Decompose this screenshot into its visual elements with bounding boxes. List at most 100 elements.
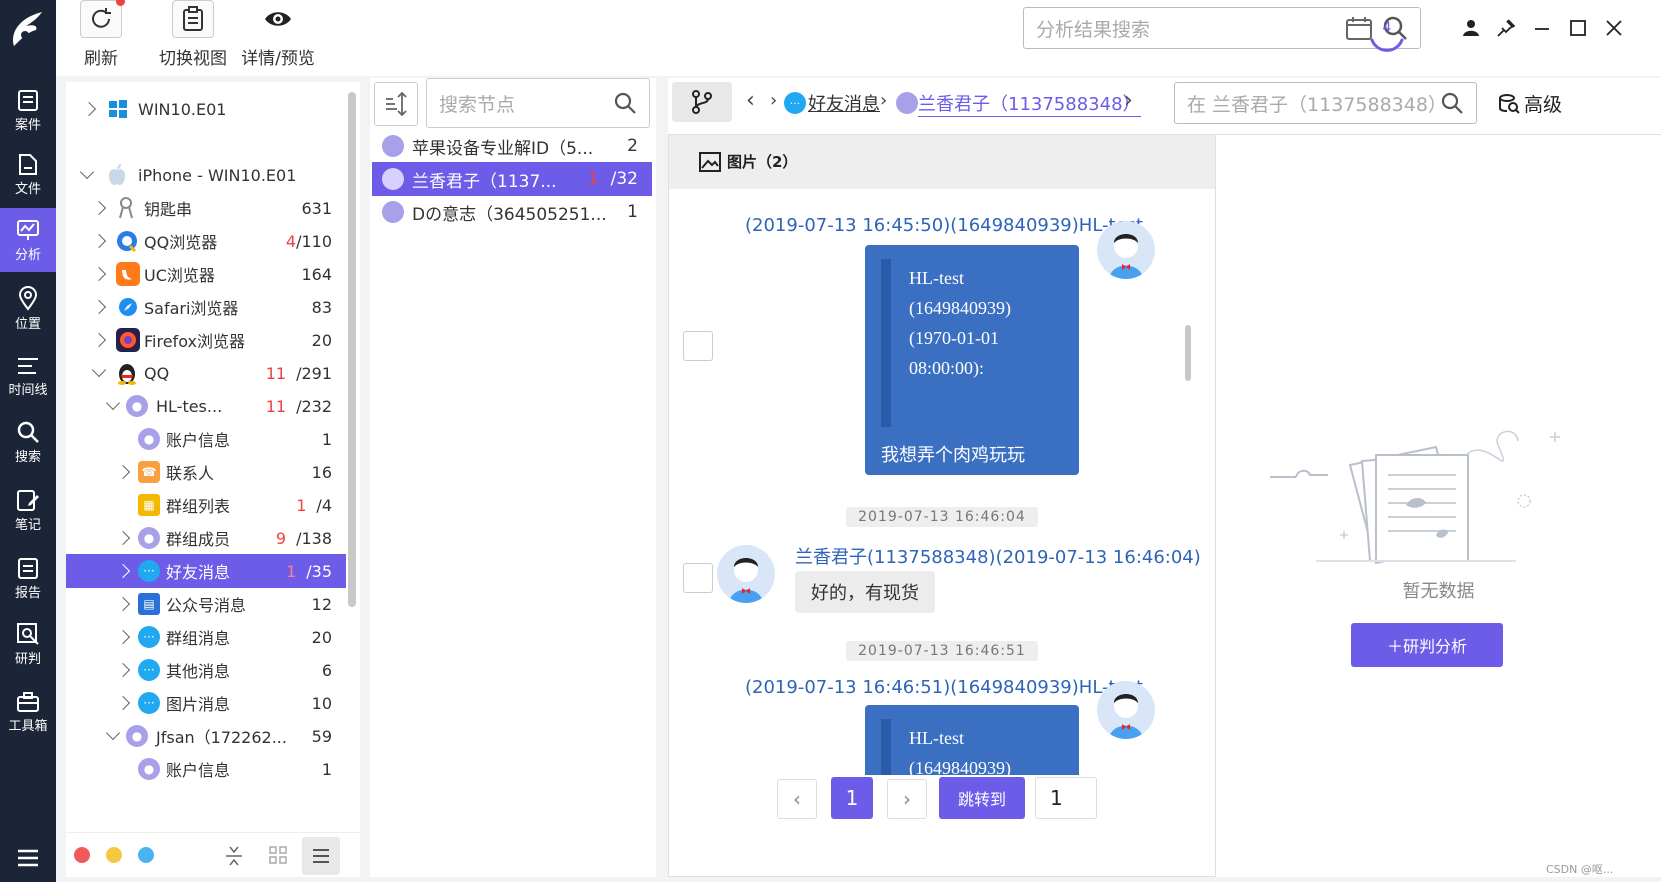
switch-view-button[interactable]: 切换视图 xyxy=(146,0,240,69)
back-arrow-icon[interactable]: ‹ xyxy=(746,88,755,113)
tree-item-firefox[interactable]: Firefox浏览器 20 xyxy=(66,323,346,357)
tree-item-group-messages[interactable]: ··· 群组消息 20 xyxy=(66,620,346,654)
tree-label: 公众号消息 xyxy=(166,596,247,615)
nav-file[interactable]: 文件 xyxy=(0,142,56,206)
chevron-right-icon[interactable] xyxy=(91,266,107,282)
detail-preview-button[interactable]: 详情/预览 xyxy=(228,0,328,69)
close-button[interactable] xyxy=(1600,14,1628,42)
message-checkbox[interactable] xyxy=(683,331,713,361)
chevron-right-icon[interactable] xyxy=(115,530,131,546)
refresh-button[interactable]: 刷新 xyxy=(80,0,125,69)
tree-item-jfsan[interactable]: ● Jfsan（172262... 59 xyxy=(66,719,346,753)
breadcrumb-contact[interactable]: 兰香君子（1137588348） xyxy=(918,90,1141,117)
chevron-right-icon[interactable] xyxy=(115,596,131,612)
tree-item-keychain[interactable]: 钥匙串 631 xyxy=(66,191,346,225)
tab-images[interactable]: 图片（2） xyxy=(699,151,797,172)
nav-analysis[interactable]: 分析 xyxy=(0,208,56,272)
tree-item-account-info[interactable]: ● 账户信息 1 xyxy=(66,422,346,456)
search-icon[interactable] xyxy=(1440,91,1464,115)
maximize-button[interactable] xyxy=(1564,14,1592,42)
nav-note[interactable]: 笔记 xyxy=(0,478,56,542)
chat-bubble-icon: ··· xyxy=(138,692,160,714)
yellow-dot-icon[interactable] xyxy=(106,847,122,863)
blue-dot-icon[interactable] xyxy=(138,847,154,863)
tree-item-hl-test[interactable]: ● HL-tes... 11/232 xyxy=(66,389,346,423)
list-view-button[interactable] xyxy=(302,837,340,875)
chevron-down-icon[interactable] xyxy=(105,395,121,411)
forward-arrow-icon[interactable]: › xyxy=(1124,88,1133,113)
tree-scrollbar[interactable] xyxy=(348,92,356,607)
prev-page-button[interactable]: ‹ xyxy=(777,779,817,819)
tree-item-ucbrowser[interactable]: UC浏览器 164 xyxy=(66,257,346,291)
chevron-right-icon[interactable] xyxy=(115,563,131,579)
user-avatar-icon: ● xyxy=(138,758,160,780)
tree-item-group-members[interactable]: ● 群组成员 9/138 xyxy=(66,521,346,555)
nav-judge[interactable]: 研判 xyxy=(0,612,56,676)
breadcrumb-friend-messages[interactable]: 好友消息 xyxy=(808,90,880,116)
nav-case[interactable]: 案件 xyxy=(0,78,56,142)
nav-location[interactable]: 位置 xyxy=(0,276,56,340)
message-meta: (2019-07-13 16:45:50)(1649840939)HL-test xyxy=(745,215,1144,236)
chat-search-input[interactable]: 在 兰香君子（1137588348）中搜索 xyxy=(1174,82,1477,124)
chevron-down-icon[interactable] xyxy=(91,362,107,378)
tree-count: 16 xyxy=(311,462,332,482)
search-icon[interactable] xyxy=(613,91,637,115)
message-text: 我想弄个肉鸡玩玩 xyxy=(881,445,1025,466)
red-dot-icon[interactable] xyxy=(74,847,90,863)
analyze-button[interactable]: ＋研判分析 xyxy=(1351,623,1503,667)
tree-item-qqbrowser[interactable]: QQ浏览器 4/110 xyxy=(66,224,346,258)
keychain-icon xyxy=(119,197,133,219)
list-item[interactable]: 兰香君子（1137... 1/32 xyxy=(372,162,652,196)
pin-button[interactable] xyxy=(1492,14,1520,42)
nav-timeline[interactable]: 时间线 xyxy=(0,344,56,408)
message-checkbox[interactable] xyxy=(683,563,713,593)
tree-device-iphone[interactable]: iPhone - WIN10.E01 xyxy=(66,158,346,192)
analysis-search-input[interactable]: 分析结果搜索 xyxy=(1023,7,1421,49)
chevron-right-icon[interactable] xyxy=(91,332,107,348)
task-progress-indicator[interactable]: 4 xyxy=(1366,12,1408,52)
tree-item-account-info-2[interactable]: ● 账户信息 1 xyxy=(66,752,346,786)
list-item[interactable]: Dの意志（364505251... 1 xyxy=(372,195,652,229)
next-page-button[interactable]: › xyxy=(887,779,927,819)
tree-item-group-list[interactable]: ▦ 群组列表 1/4 xyxy=(66,488,346,522)
chevron-right-icon[interactable] xyxy=(91,299,107,315)
chevron-down-icon[interactable] xyxy=(79,164,95,180)
user-button[interactable] xyxy=(1457,14,1485,42)
chevron-right-icon[interactable] xyxy=(115,464,131,480)
contact-count: 1 xyxy=(627,202,638,222)
tree-label: 账户信息 xyxy=(166,431,231,450)
message-scrollbar[interactable] xyxy=(1185,325,1191,381)
grid-view-icon[interactable] xyxy=(268,845,288,865)
chevron-right-icon[interactable] xyxy=(81,101,97,117)
chevron-right-icon[interactable] xyxy=(115,662,131,678)
jump-to-button[interactable]: 跳转到 xyxy=(939,777,1025,819)
tree-item-image-messages[interactable]: ··· 图片消息 10 xyxy=(66,686,346,720)
sort-button[interactable] xyxy=(374,82,418,126)
chevron-right-icon[interactable] xyxy=(115,695,131,711)
node-search-input[interactable]: 搜索节点 xyxy=(426,78,650,128)
top-toolbar: 刷新 切换视图 详情/预览 分析结果搜索 4 xyxy=(56,0,1661,76)
nav-menu-button[interactable] xyxy=(0,840,56,876)
collapse-icon[interactable] xyxy=(224,845,244,867)
tree-item-qq[interactable]: QQ 11/291 xyxy=(66,356,346,390)
tree-item-official-messages[interactable]: ▤ 公众号消息 12 xyxy=(66,587,346,621)
chevron-down-icon[interactable] xyxy=(105,725,121,741)
chevron-right-icon[interactable] xyxy=(91,233,107,249)
page-number-button[interactable]: 1 xyxy=(831,777,873,819)
minimize-button[interactable] xyxy=(1528,14,1556,42)
jump-page-input[interactable]: 1 xyxy=(1035,777,1097,819)
advanced-search-button[interactable]: 高级 xyxy=(1498,90,1562,117)
tree-count: 6 xyxy=(321,660,332,680)
nav-toolbox[interactable]: 工具箱 xyxy=(0,680,56,744)
tree-item-safari[interactable]: Safari浏览器 83 xyxy=(66,290,346,324)
chevron-right-icon[interactable] xyxy=(115,629,131,645)
chevron-right-icon[interactable] xyxy=(91,200,107,216)
nav-search[interactable]: 搜索 xyxy=(0,410,56,474)
tree-item-friend-messages[interactable]: ··· 好友消息 1/35 xyxy=(66,554,346,588)
tree-device-win10[interactable]: WIN10.E01 xyxy=(66,92,346,126)
tree-item-contacts[interactable]: ☎ 联系人 16 xyxy=(66,455,346,489)
tree-item-other-messages[interactable]: ··· 其他消息 6 xyxy=(66,653,346,687)
nav-report[interactable]: 报告 xyxy=(0,546,56,610)
branch-button[interactable] xyxy=(672,82,732,122)
list-item[interactable]: 苹果设备专业解ID（5... 2 xyxy=(372,129,652,163)
